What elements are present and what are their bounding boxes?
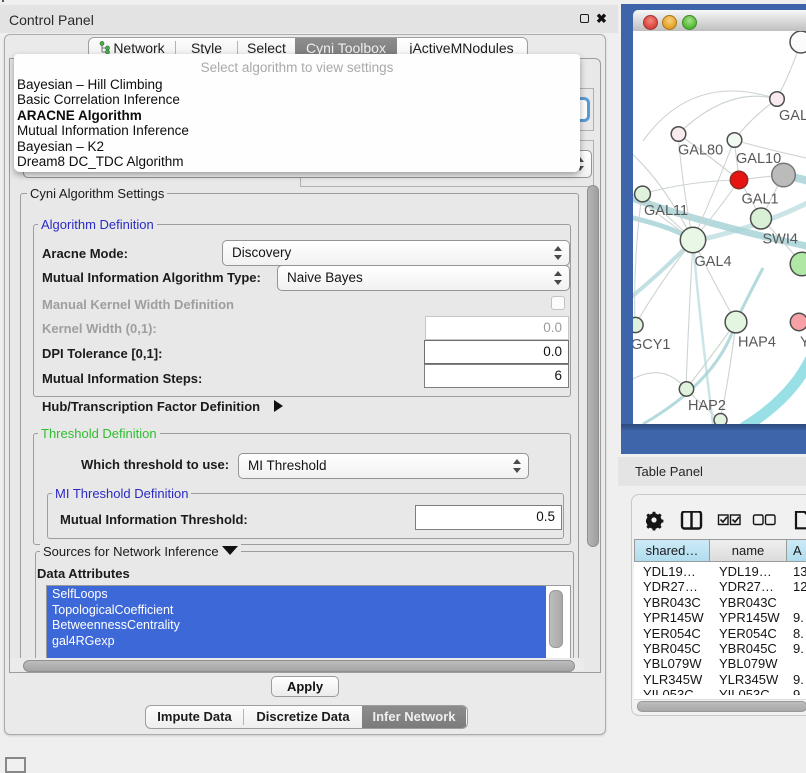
svg-text:GAL4: GAL4 <box>695 254 732 270</box>
svg-text:HAP2: HAP2 <box>688 398 726 414</box>
svg-text:GAL11: GAL11 <box>644 203 688 219</box>
svg-text:GCY1: GCY1 <box>633 337 671 353</box>
svg-text:GAL80: GAL80 <box>678 143 723 159</box>
svg-text:GAL10: GAL10 <box>736 151 781 167</box>
svg-text:GAL80: GAL80 <box>779 108 806 124</box>
svg-text:YJ: YJ <box>800 335 806 351</box>
svg-text:SWI4: SWI4 <box>763 232 798 248</box>
svg-text:HAP4: HAP4 <box>738 335 776 351</box>
svg-text:GAL1: GAL1 <box>742 192 779 208</box>
